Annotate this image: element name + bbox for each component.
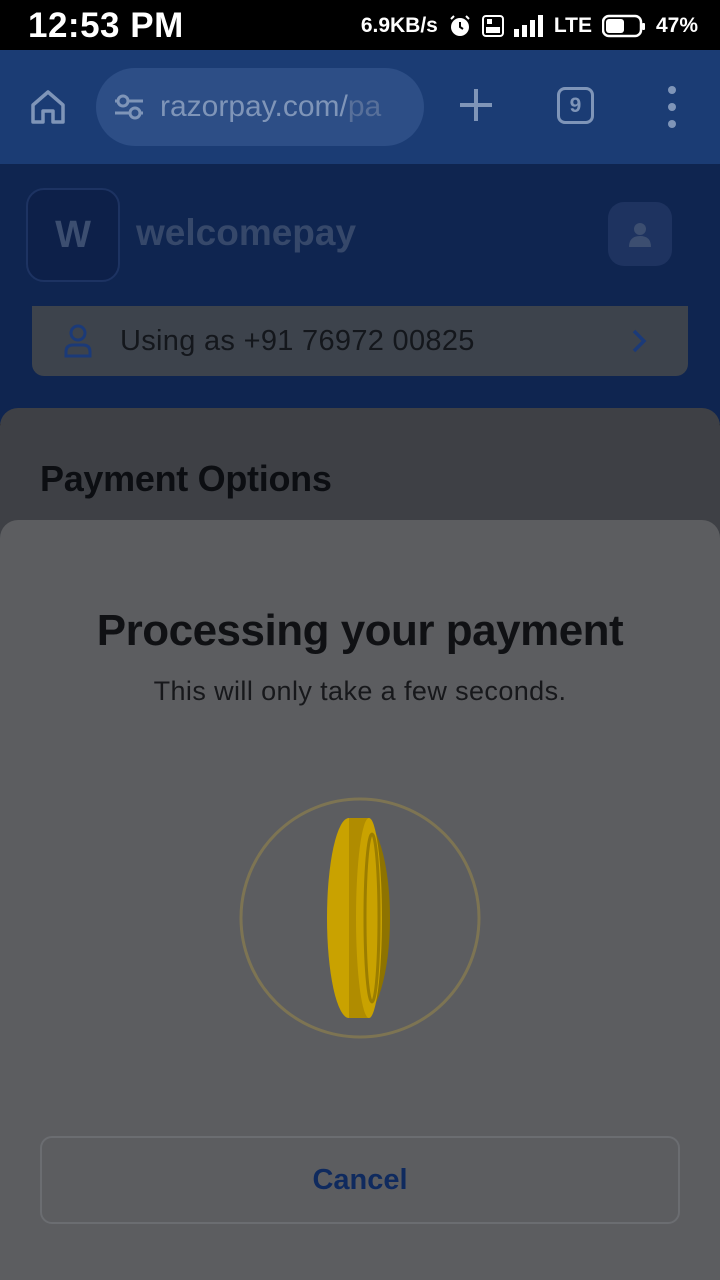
url-domain: razorpay.com/ xyxy=(160,90,348,123)
merchant-name: welcomepay xyxy=(136,212,357,253)
battery-icon xyxy=(601,14,646,38)
overflow-menu-icon[interactable] xyxy=(660,86,684,128)
tab-count: 9 xyxy=(569,93,582,117)
profile-icon xyxy=(629,223,651,247)
home-button[interactable] xyxy=(24,83,72,131)
url-text: razorpay.com/pa xyxy=(160,90,381,124)
cancel-button[interactable]: Cancel xyxy=(40,1136,680,1224)
user-icon xyxy=(64,323,96,359)
using-as-text: Using as +91 76972 00825 xyxy=(120,324,475,357)
address-bar[interactable]: razorpay.com/pa xyxy=(96,68,424,146)
processing-sheet: Processing your payment This will only t… xyxy=(0,520,720,1280)
home-icon xyxy=(31,90,65,124)
browser-toolbar: razorpay.com/pa 9 xyxy=(0,50,720,164)
profile-button[interactable] xyxy=(608,202,672,266)
new-tab-plus-icon xyxy=(460,89,492,121)
chevron-right-icon xyxy=(632,329,647,353)
signal-icon xyxy=(513,15,544,37)
payment-options-title: Payment Options xyxy=(40,458,332,499)
merchant-logo: W xyxy=(26,188,120,282)
battery-percent: 47% xyxy=(655,14,698,37)
coin-animation xyxy=(237,795,483,1041)
volte-icon xyxy=(481,15,504,37)
processing-title: Processing your payment xyxy=(96,606,624,655)
site-settings-icon[interactable] xyxy=(112,90,146,124)
tabs-button[interactable]: 9 xyxy=(557,87,594,124)
status-time: 12:53 PM xyxy=(28,6,184,45)
merchant-header: W welcomepay Using as +91 76972 00825 xyxy=(0,164,720,424)
status-bar: 12:53 PM 6.9KB/s LTE 47% xyxy=(0,0,720,50)
alarm-icon xyxy=(448,14,472,38)
using-as-bar[interactable]: Using as +91 76972 00825 xyxy=(32,306,688,376)
status-indicators: 6.9KB/s LTE 47% xyxy=(361,12,698,40)
network-type: LTE xyxy=(553,14,592,37)
url-path: pa xyxy=(347,90,382,123)
net-speed: 6.9KB/s xyxy=(360,14,438,37)
new-tab-button[interactable] xyxy=(454,83,498,127)
processing-subtitle: This will only take a few seconds. xyxy=(153,676,567,706)
